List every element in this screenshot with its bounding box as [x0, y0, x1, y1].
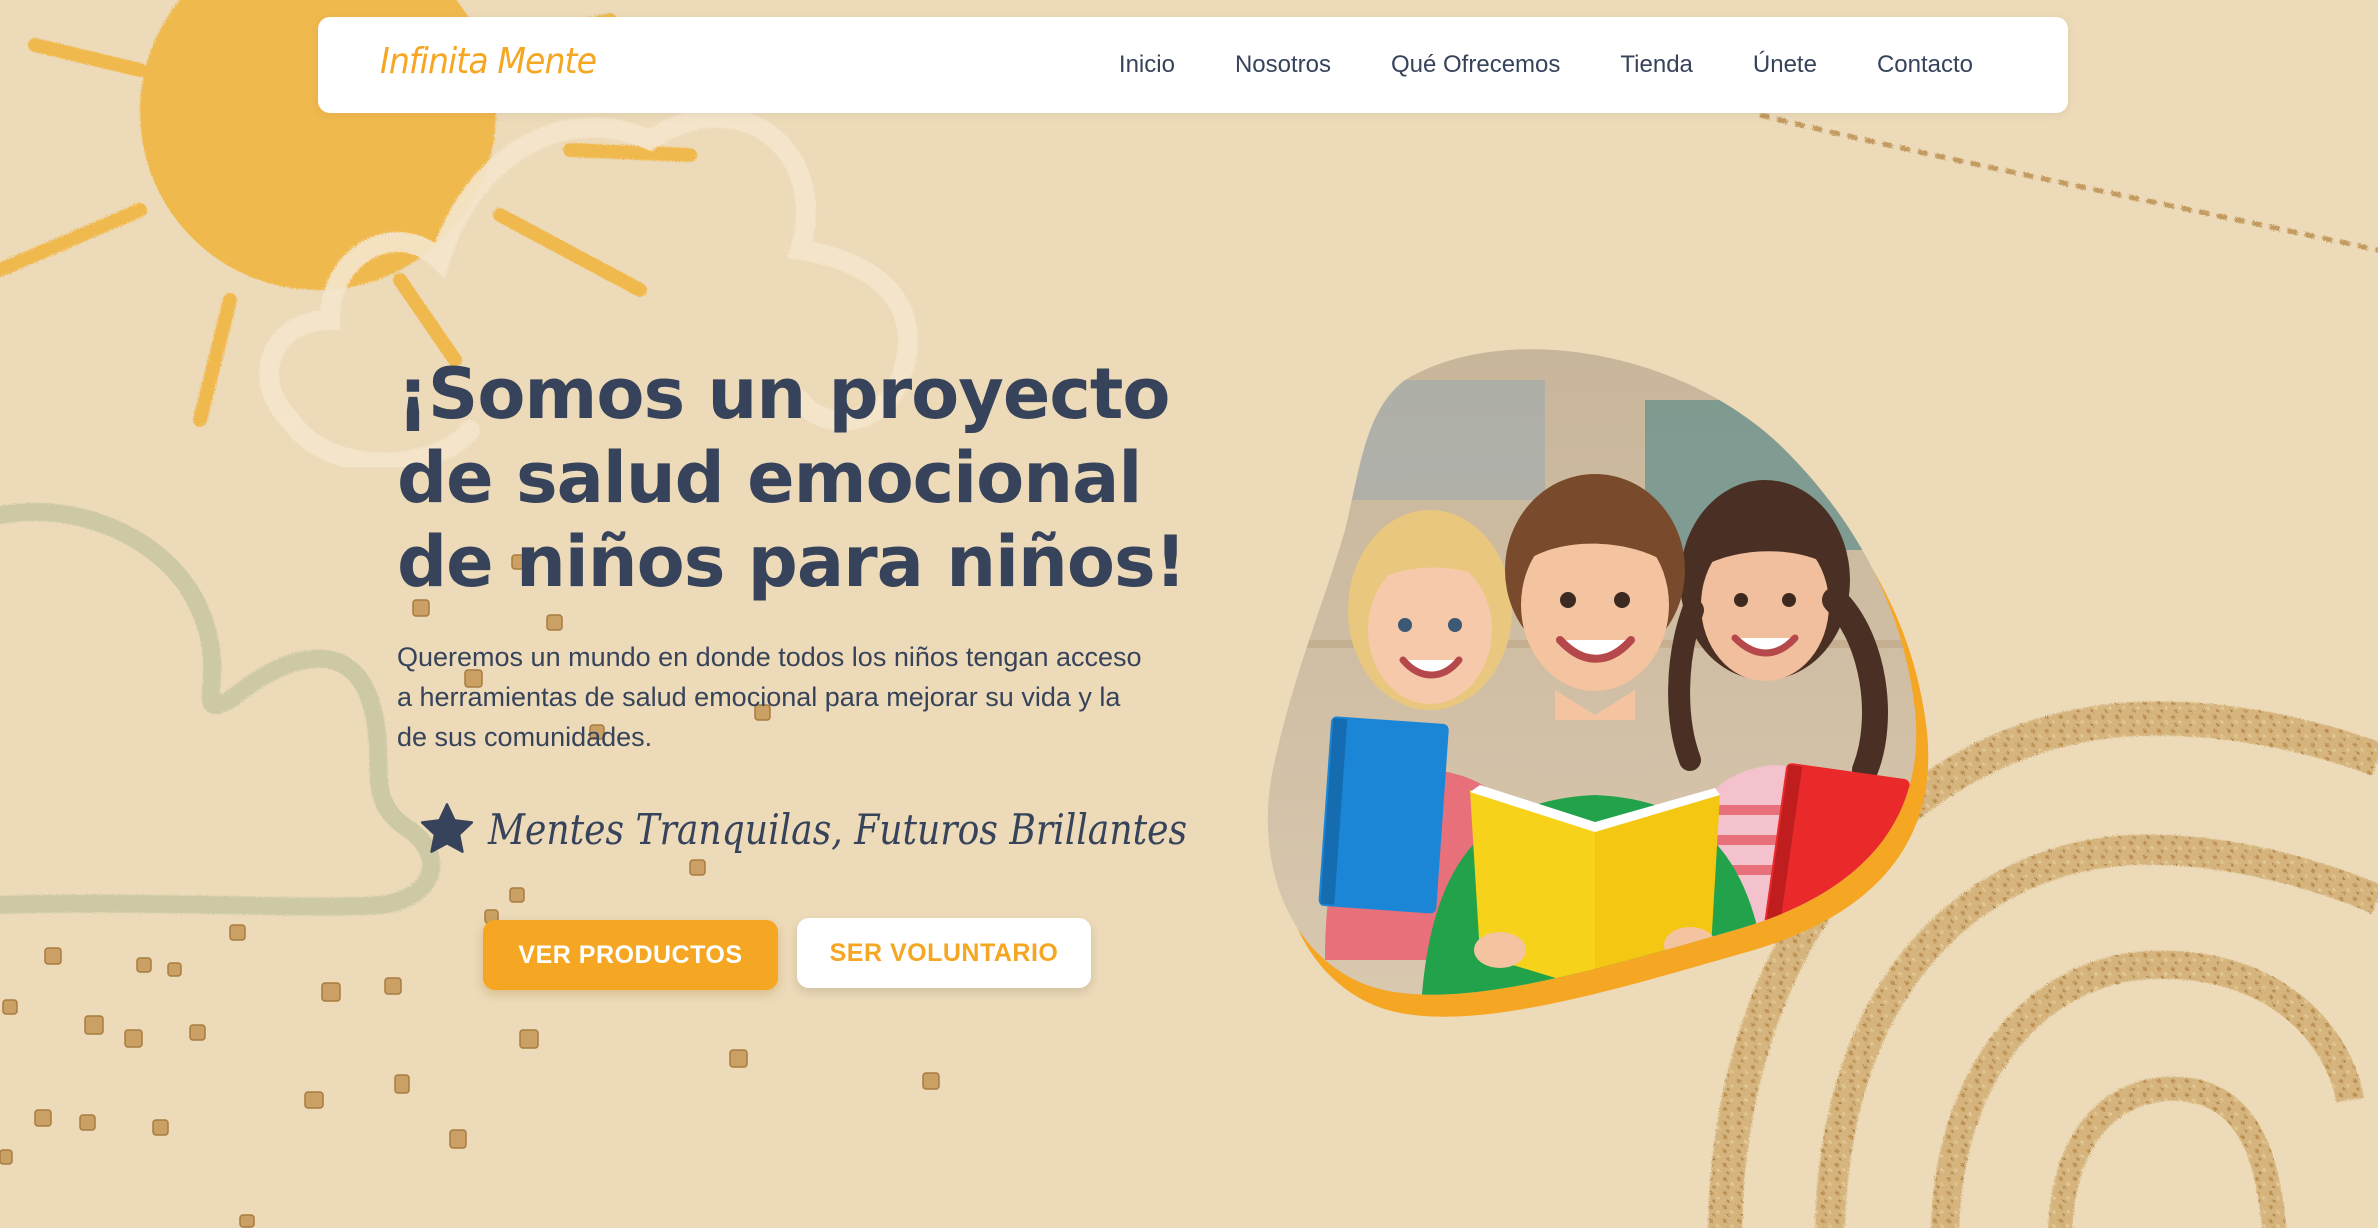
hero-description-line: a herramientas de salud emocional para m…: [397, 682, 1121, 712]
nav-link-inicio[interactable]: Inicio: [1119, 51, 1175, 79]
hero-title-line: de salud emocional: [397, 437, 1142, 519]
nav-link-tienda[interactable]: Tienda: [1620, 51, 1693, 79]
hero-title-line: ¡Somos un proyecto: [397, 353, 1170, 435]
tagline-text: Mentes Tranquilas, Futuros Brillantes: [488, 804, 1188, 854]
brand-logo[interactable]: Infinita Mente: [380, 41, 597, 82]
nav-link-unete[interactable]: Únete: [1753, 51, 1817, 79]
ver-productos-button[interactable]: VER PRODUCTOS: [483, 920, 778, 990]
hero-description-line: de sus comunidades.: [397, 722, 653, 752]
nav-link-que-ofrecemos[interactable]: Qué Ofrecemos: [1391, 51, 1560, 79]
hero-description: Queremos un mundo en donde todos los niñ…: [397, 637, 1187, 757]
navbar: Infinita Mente Inicio Nosotros Qué Ofrec…: [318, 17, 2068, 113]
hero-image-children-with-books: [1267, 349, 1929, 1017]
nav-link-nosotros[interactable]: Nosotros: [1235, 51, 1331, 79]
star-icon: [420, 803, 474, 853]
ser-voluntario-button[interactable]: SER VOLUNTARIO: [797, 918, 1091, 988]
hero-description-line: Queremos un mundo en donde todos los niñ…: [397, 642, 1142, 672]
background-decoration: [0, 0, 2378, 1228]
nav-link-contacto[interactable]: Contacto: [1877, 51, 1973, 79]
cloud-outline-green: [0, 502, 441, 916]
nav-menu: Inicio Nosotros Qué Ofrecemos Tienda Úne…: [1119, 17, 1973, 113]
hero-title-line: de niños para niños!: [397, 521, 1187, 603]
tagline: Mentes Tranquilas, Futuros Brillantes: [418, 800, 1301, 858]
hero-title: ¡Somos un proyecto de salud emocional de…: [397, 352, 1197, 604]
